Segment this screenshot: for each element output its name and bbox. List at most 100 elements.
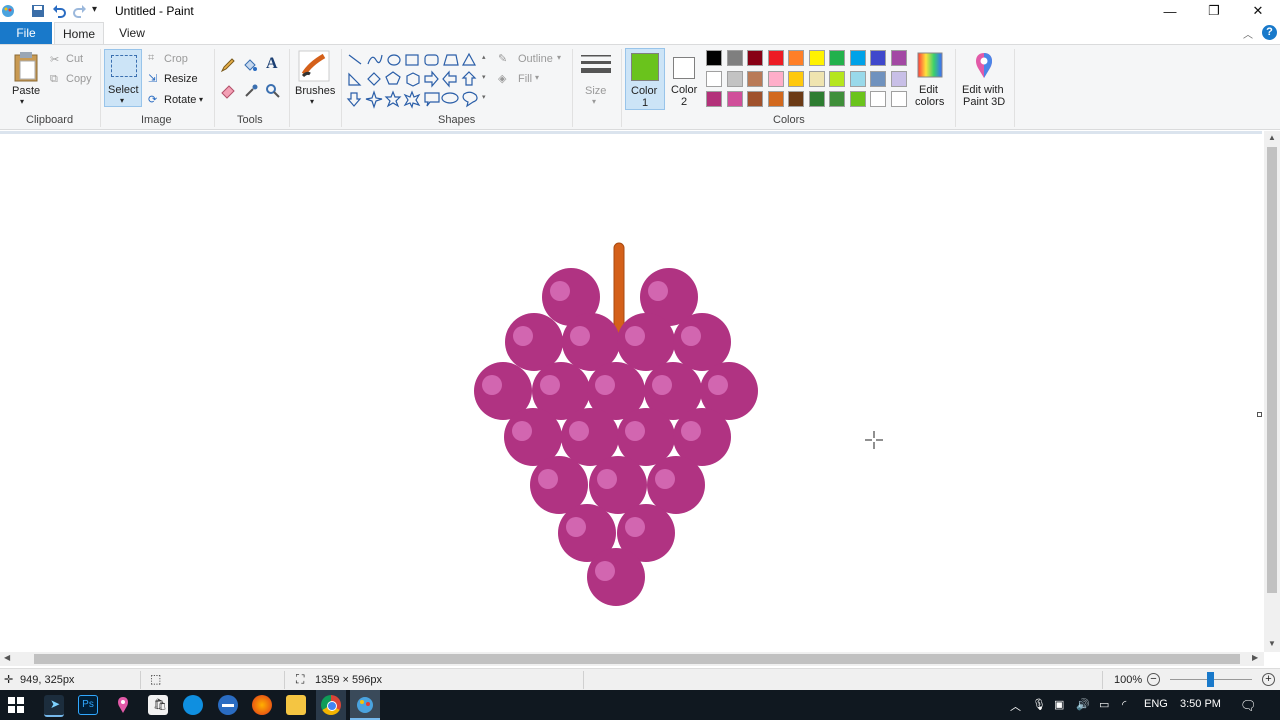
select-button[interactable]: Select ▾	[104, 49, 142, 107]
palette-swatch[interactable]	[747, 70, 763, 87]
palette-swatch[interactable]	[788, 91, 804, 107]
volume-icon[interactable]: 🔊	[1076, 698, 1090, 711]
fill-bucket-icon[interactable]	[242, 57, 258, 73]
paste-dropdown-icon[interactable]: ▾	[20, 97, 24, 106]
taskbar-photoshop-icon[interactable]: Ps	[78, 695, 98, 715]
brushes-button[interactable]: Brushes	[295, 85, 335, 97]
edit-colors-icon[interactable]	[916, 51, 944, 79]
palette-swatch[interactable]	[890, 70, 907, 87]
fill-dropdown-icon[interactable]: ▾	[535, 73, 539, 82]
close-button[interactable]: ✕	[1236, 0, 1280, 22]
palette-swatch[interactable]	[849, 91, 866, 107]
palette-swatch[interactable]	[706, 70, 722, 87]
shapes-scroll[interactable]: ▴ ▾ ▾	[482, 53, 490, 107]
canvas-resize-handle[interactable]	[1257, 412, 1262, 417]
windows-start-icon[interactable]	[8, 697, 24, 713]
palette-swatch[interactable]	[747, 91, 763, 107]
taskbar-store-icon[interactable]: 🛍	[148, 695, 168, 715]
clock[interactable]: 3:50 PM	[1180, 698, 1221, 710]
fill-button[interactable]: Fill	[518, 73, 532, 85]
edit-with-paint3d-label-1[interactable]: Edit with	[962, 84, 1004, 96]
rotate-dropdown-icon[interactable]: ▾	[199, 95, 203, 104]
palette-swatch[interactable]	[747, 50, 763, 66]
palette-swatch[interactable]	[706, 50, 722, 66]
palette-swatch[interactable]	[726, 91, 743, 107]
palette-swatch[interactable]	[829, 50, 845, 66]
taskbar-chrome-active[interactable]	[316, 690, 346, 720]
text-tool-icon[interactable]: A	[266, 55, 278, 73]
size-icon[interactable]	[580, 53, 612, 79]
paint-app-icon[interactable]	[0, 3, 16, 19]
tray-overflow-icon[interactable]: ︿	[1010, 698, 1021, 714]
palette-swatch[interactable]	[890, 50, 907, 66]
taskbar-terminal-icon[interactable]: ➤	[44, 695, 64, 717]
size-button[interactable]: Size	[585, 85, 606, 97]
copy-button[interactable]: Copy	[66, 73, 92, 85]
tab-home[interactable]: Home	[54, 22, 104, 44]
customize-quick-access-icon[interactable]: ▾	[92, 4, 97, 15]
paint3d-icon[interactable]	[970, 51, 998, 81]
paste-button[interactable]: Paste	[12, 85, 40, 97]
palette-swatch[interactable]	[726, 70, 743, 87]
palette-swatch[interactable]	[808, 70, 825, 87]
microphone-icon[interactable]: 🎙	[1032, 698, 1046, 711]
wifi-icon[interactable]: ◜	[1122, 698, 1126, 711]
crop-button[interactable]: Crop	[164, 53, 188, 65]
brushes-icon[interactable]	[298, 50, 330, 82]
magnifier-icon[interactable]	[265, 83, 281, 99]
palette-swatch[interactable]	[808, 50, 825, 66]
resize-button[interactable]: Resize	[164, 73, 198, 85]
palette-swatch[interactable]	[890, 91, 907, 107]
battery-icon[interactable]: ▭	[1099, 698, 1109, 711]
taskbar-paint-active[interactable]	[350, 690, 380, 720]
palette-swatch[interactable]	[808, 91, 825, 107]
palette-swatch[interactable]	[870, 50, 886, 66]
horizontal-scrollbar[interactable]: ◀ ▶	[0, 652, 1264, 666]
zoom-slider-thumb[interactable]	[1207, 672, 1214, 687]
palette-swatch[interactable]	[767, 70, 784, 87]
taskbar-firefox-icon[interactable]	[252, 695, 272, 715]
palette-swatch[interactable]	[726, 50, 743, 66]
drawing-canvas[interactable]	[0, 131, 1262, 655]
cut-button[interactable]: Cut	[66, 53, 83, 65]
rotate-button[interactable]: Rotate	[164, 94, 196, 106]
palette-swatch[interactable]	[870, 91, 886, 107]
horizontal-scroll-thumb[interactable]	[34, 654, 1240, 664]
palette-swatch[interactable]	[870, 70, 886, 87]
palette-swatch[interactable]	[849, 50, 866, 66]
palette-swatch[interactable]	[829, 70, 845, 87]
zoom-in-button[interactable]: +	[1262, 673, 1275, 686]
scroll-right-icon[interactable]: ▶	[1252, 653, 1258, 662]
tab-file[interactable]: File	[0, 22, 52, 44]
color-picker-icon[interactable]	[243, 83, 259, 99]
language-indicator[interactable]: ENG	[1144, 698, 1168, 710]
zoom-out-button[interactable]: −	[1147, 673, 1160, 686]
collapse-ribbon-icon[interactable]: ︿	[1243, 26, 1253, 41]
palette-swatch[interactable]	[767, 91, 784, 107]
brushes-dropdown-icon[interactable]: ▾	[310, 97, 314, 106]
restore-button[interactable]: ❐	[1192, 0, 1236, 22]
palette-swatch[interactable]	[788, 50, 804, 66]
vertical-scroll-thumb[interactable]	[1267, 147, 1277, 593]
scroll-down-icon[interactable]: ▼	[1268, 639, 1276, 648]
edit-colors-label-1[interactable]: Edit	[919, 84, 938, 96]
tab-view[interactable]: View	[108, 22, 156, 44]
vertical-scrollbar[interactable]: ▲ ▼	[1264, 131, 1280, 652]
outline-button[interactable]: Outline	[518, 53, 553, 65]
help-icon[interactable]: ?	[1262, 25, 1277, 40]
meet-now-icon[interactable]: ▣	[1054, 698, 1064, 711]
edit-colors-label-2[interactable]: colors	[915, 96, 944, 108]
outline-dropdown-icon[interactable]: ▾	[557, 53, 561, 62]
eraser-icon[interactable]	[220, 83, 236, 99]
scroll-left-icon[interactable]: ◀	[4, 653, 10, 662]
taskbar-file-explorer-icon[interactable]	[286, 695, 306, 715]
palette-swatch[interactable]	[767, 50, 784, 66]
paste-icon[interactable]	[12, 51, 40, 83]
taskbar-paint3d-icon[interactable]	[113, 695, 133, 715]
palette-swatch[interactable]	[788, 70, 804, 87]
palette-swatch[interactable]	[706, 91, 722, 107]
palette-swatch[interactable]	[849, 70, 866, 87]
taskbar-app-icon[interactable]	[218, 695, 238, 715]
edit-with-paint3d-label-2[interactable]: Paint 3D	[963, 96, 1005, 108]
shapes-gallery[interactable]	[346, 51, 480, 109]
